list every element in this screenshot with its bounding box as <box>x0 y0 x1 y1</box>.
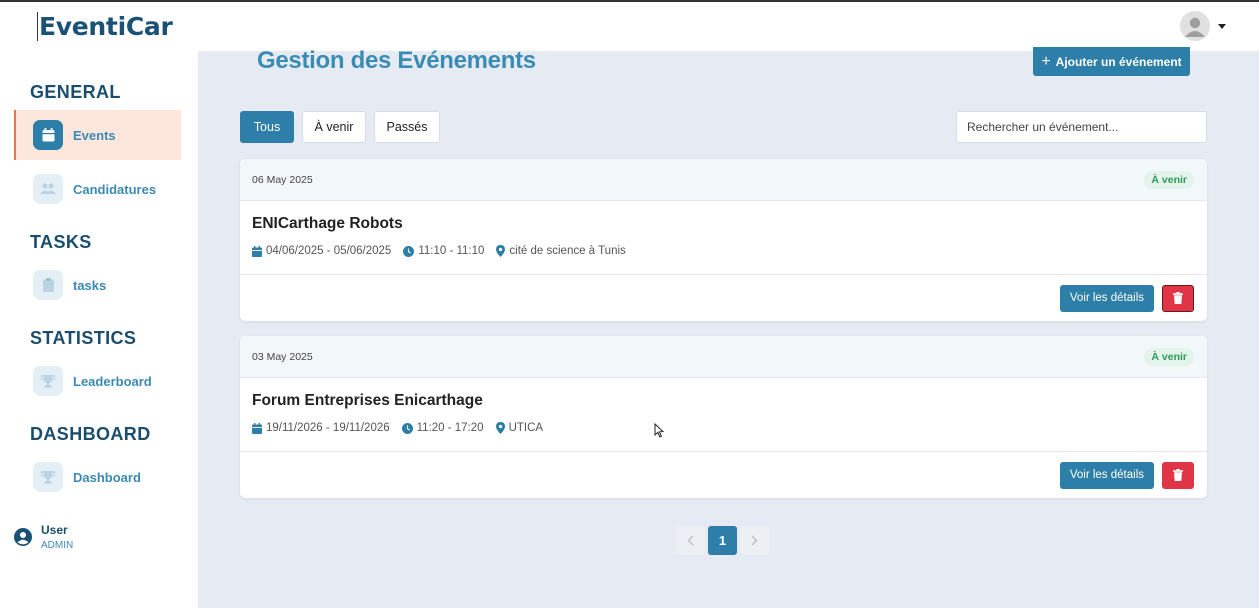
event-card: 06 May 2025 À venir ENICarthage Robots 0… <box>240 159 1207 321</box>
event-meta: 19/11/2026 - 19/11/2026 11:20 - 17:20 UT… <box>252 422 1195 434</box>
sidebar-item-label: Candidatures <box>73 181 157 197</box>
add-event-button[interactable]: + Ajouter un événement <box>1033 47 1190 76</box>
trash-icon <box>1173 469 1183 481</box>
pagination: 1 <box>676 526 769 555</box>
sidebar-item-tasks[interactable]: tasks <box>14 260 181 310</box>
event-card: 03 May 2025 À venir Forum Entreprises En… <box>240 336 1207 498</box>
location-pin-icon <box>496 245 506 257</box>
top-bar: EventiCar <box>0 0 1259 51</box>
sidebar-section-dashboard: DASHBOARD <box>30 424 151 444</box>
user-avatar-icon <box>1185 17 1205 37</box>
chevron-down-icon[interactable] <box>1218 23 1226 29</box>
event-dates: 04/06/2025 - 05/06/2025 <box>266 245 392 257</box>
chevron-right-icon <box>751 535 758 546</box>
page-number-button[interactable]: 1 <box>708 526 737 555</box>
filter-past-button[interactable]: Passés <box>374 111 440 143</box>
user-menu[interactable] <box>1180 11 1226 41</box>
sidebar-item-label: Dashboard <box>73 469 141 485</box>
plus-icon: + <box>1041 52 1051 70</box>
sidebar: GENERAL Events Candidatures TASKS tasks … <box>0 51 198 608</box>
sidebar-section-statistics: STATISTICS <box>30 328 137 348</box>
filter-upcoming-button[interactable]: À venir <box>302 111 366 143</box>
trash-icon <box>1173 292 1183 304</box>
event-card-footer: Voir les détails <box>240 452 1207 498</box>
sidebar-item-label: Events <box>73 127 116 143</box>
chevron-left-icon <box>687 535 694 546</box>
event-card-body: Forum Entreprises Enicarthage 19/11/2026… <box>240 378 1207 452</box>
sidebar-item-label: Leaderboard <box>73 373 152 389</box>
sidebar-item-candidatures[interactable]: Candidatures <box>14 164 181 214</box>
sidebar-section-tasks: TASKS <box>30 232 92 252</box>
event-card-header: 06 May 2025 À venir <box>240 159 1207 201</box>
user-name: User <box>41 523 68 537</box>
avatar[interactable] <box>1180 11 1210 41</box>
event-time: 11:10 - 11:10 <box>418 245 485 257</box>
event-title: Forum Entreprises Enicarthage <box>252 392 483 409</box>
event-card-footer: Voir les détails <box>240 275 1207 321</box>
delete-button[interactable] <box>1162 461 1194 489</box>
event-created-date: 03 May 2025 <box>252 350 313 363</box>
view-details-button[interactable]: Voir les détails <box>1059 284 1154 312</box>
calendar-icon <box>252 422 262 434</box>
event-card-header: 03 May 2025 À venir <box>240 336 1207 378</box>
calendar-icon <box>252 245 262 257</box>
page-title: Gestion des Evénements <box>257 47 536 74</box>
sidebar-item-leaderboard[interactable]: Leaderboard <box>14 356 181 406</box>
sidebar-item-events[interactable]: Events <box>14 110 181 160</box>
trophy-icon <box>33 366 63 396</box>
event-dates: 19/11/2026 - 19/11/2026 <box>266 422 390 434</box>
location-pin-icon <box>495 422 505 434</box>
app-logo[interactable]: EventiCar <box>37 12 173 41</box>
user-profile[interactable]: User ADMIN <box>14 523 73 551</box>
trophy-icon <box>33 462 63 492</box>
status-badge: À venir <box>1144 347 1194 366</box>
mouse-cursor-icon <box>654 423 664 438</box>
view-details-button[interactable]: Voir les détails <box>1059 461 1154 489</box>
clipboard-icon <box>33 270 63 300</box>
search-input[interactable] <box>956 111 1207 143</box>
event-location: cité de science à Tunis <box>509 245 626 257</box>
prev-page-button[interactable] <box>676 526 705 555</box>
event-title: ENICarthage Robots <box>252 215 403 232</box>
event-location: UTICA <box>508 422 544 434</box>
sidebar-item-label: tasks <box>73 277 107 293</box>
status-badge: À venir <box>1144 170 1194 189</box>
next-page-button[interactable] <box>740 526 769 555</box>
user-role: ADMIN <box>41 540 74 551</box>
event-meta: 04/06/2025 - 05/06/2025 11:10 - 11:10 ci… <box>252 245 1195 257</box>
clock-icon <box>403 245 415 257</box>
sidebar-item-dashboard[interactable]: Dashboard <box>14 452 181 502</box>
sidebar-section-general: GENERAL <box>30 82 121 102</box>
event-card-body: ENICarthage Robots 04/06/2025 - 05/06/20… <box>240 201 1207 275</box>
delete-button[interactable] <box>1162 284 1194 312</box>
users-icon <box>33 174 63 204</box>
clock-icon <box>401 422 413 434</box>
user-circle-icon <box>14 528 32 546</box>
filter-all-button[interactable]: Tous <box>240 111 294 143</box>
event-time: 11:20 - 17:20 <box>416 422 484 434</box>
event-created-date: 06 May 2025 <box>252 173 313 186</box>
calendar-icon <box>33 120 63 150</box>
add-event-label: Ajouter un événement <box>1055 54 1182 69</box>
